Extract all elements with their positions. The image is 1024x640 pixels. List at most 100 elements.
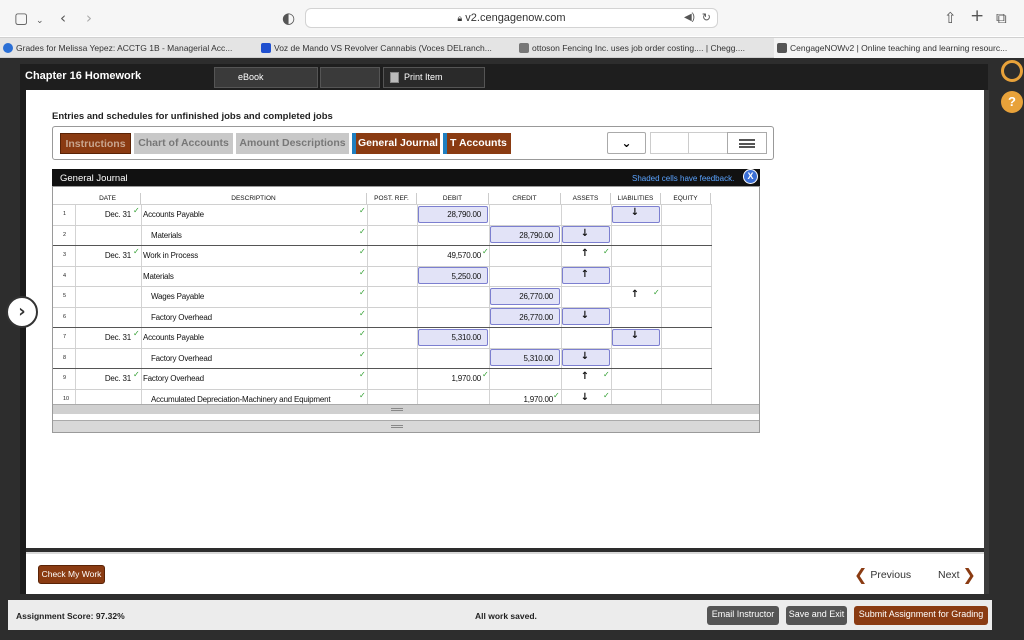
blank-tab[interactable] (320, 67, 380, 88)
instructions-tab[interactable]: Instructions (60, 133, 131, 154)
column-header-description: DESCRIPTION (141, 193, 367, 204)
row-divider (53, 224, 712, 226)
liabilities-arrow-icon[interactable]: ↓ (625, 330, 645, 341)
column-divider (661, 204, 662, 407)
printer-icon (390, 72, 399, 83)
debit-cell[interactable]: 5,250.00 (419, 272, 481, 281)
help-icon[interactable]: ? (1001, 91, 1023, 113)
debit-cell[interactable]: 1,970.00 (419, 374, 481, 383)
date-cell[interactable]: Dec. 31 (77, 374, 131, 383)
reload-icon[interactable]: ↻ (702, 11, 711, 24)
submit-assignment-button[interactable]: Submit Assignment for Grading (854, 606, 988, 625)
date-cell[interactable]: Dec. 31 (77, 210, 131, 219)
close-icon[interactable]: X (743, 169, 758, 184)
assets-arrow-icon[interactable]: ↑ (575, 269, 595, 280)
debit-cell[interactable]: 28,790.00 (419, 210, 481, 219)
address-bar[interactable]: 🔒︎ v2.cengagenow.com ◀) ↻ (305, 8, 718, 28)
assets-arrow-icon[interactable]: ↓ (575, 392, 595, 403)
row-number: 9 (63, 375, 67, 381)
assets-arrow-icon[interactable]: ↓ (575, 351, 595, 362)
right-border (984, 90, 989, 594)
next-button[interactable]: Next ❯ (938, 565, 976, 584)
row-divider (53, 265, 712, 267)
menu-button[interactable] (727, 132, 767, 154)
chevron-down-icon[interactable]: ⌄ (607, 132, 646, 154)
check-icon: ✓ (133, 247, 140, 256)
back-icon[interactable]: ‹ (60, 9, 66, 27)
horizontal-scrollbar[interactable] (53, 404, 759, 414)
column-header-credit: CREDIT (489, 193, 561, 204)
check-icon: ✓ (603, 247, 610, 256)
sidebar-icon[interactable]: ▢ (14, 9, 28, 27)
assignment-score: Assignment Score: 97.32% (16, 611, 125, 621)
resize-handle[interactable] (53, 420, 759, 432)
ebook-tab[interactable]: eBook (214, 67, 318, 88)
credit-cell[interactable]: 26,770.00 (491, 313, 553, 322)
check-icon: ✓ (603, 390, 610, 400)
check-icon: ✓ (482, 370, 489, 379)
browser-tab-video[interactable]: Voz de Mando VS Revolver Cannabis (Voces… (258, 38, 514, 58)
liabilities-arrow-icon[interactable]: ↓ (625, 207, 645, 218)
chart-of-accounts-tab[interactable]: Chart of Accounts (134, 133, 233, 154)
tab-overview-icon[interactable]: ⧉ (996, 9, 1007, 27)
credit-cell[interactable]: 26,770.00 (491, 292, 553, 301)
new-tab-icon[interactable]: + (970, 7, 984, 25)
chapter-title: Chapter 16 Homework (25, 70, 142, 82)
headset-icon[interactable] (1001, 60, 1023, 82)
previous-button[interactable]: ❮ Previous (854, 565, 911, 584)
credit-cell[interactable]: 5,310.00 (491, 354, 553, 363)
share-icon[interactable]: ⇧ (944, 9, 957, 27)
chevron-right-icon: ❯ (962, 565, 976, 584)
row-divider (53, 204, 712, 205)
description-cell[interactable]: Accounts Payable (143, 210, 358, 219)
date-cell[interactable]: Dec. 31 (77, 251, 131, 260)
general-journal-tab[interactable]: General Journal (352, 133, 440, 154)
credit-cell[interactable]: 1,970.00 (491, 395, 553, 404)
row-divider (53, 306, 712, 308)
audio-icon[interactable]: ◀) (684, 12, 695, 23)
row-number: 7 (63, 334, 67, 340)
description-cell[interactable]: Factory Overhead (151, 354, 366, 363)
check-icon: ✓ (603, 370, 610, 379)
date-cell[interactable]: Dec. 31 (77, 333, 131, 342)
chevron-left-icon: ❮ (854, 565, 868, 584)
browser-tab-chegg[interactable]: ottoson Fencing Inc. uses job order cost… (516, 38, 772, 58)
description-cell[interactable]: Wages Payable (151, 292, 366, 301)
description-cell[interactable]: Accumulated Depreciation-Machinery and E… (151, 395, 366, 404)
chevron-down-icon[interactable]: ⌄ (36, 12, 44, 30)
assets-arrow-icon[interactable]: ↓ (575, 228, 595, 239)
description-cell[interactable]: Accounts Payable (143, 333, 358, 342)
email-instructor-button[interactable]: Email Instructor (707, 606, 779, 625)
t-accounts-tab[interactable]: T Accounts (443, 133, 511, 154)
save-and-exit-button[interactable]: Save and Exit (786, 606, 847, 625)
liabilities-arrow-icon[interactable]: ↑ (625, 289, 645, 300)
check-icon: ✓ (359, 349, 366, 359)
description-cell[interactable]: Materials (151, 231, 366, 240)
browser-tab-cengage[interactable]: CengageNOWv2 | Online teaching and learn… (774, 38, 1024, 58)
toolbar-blank-button[interactable] (688, 132, 728, 154)
column-header-liabilities: LIABILITIES (611, 193, 661, 204)
description-cell[interactable]: Work in Process (143, 251, 358, 260)
amount-descriptions-tab[interactable]: Amount Descriptions (236, 133, 349, 154)
shield-icon[interactable]: ◐ (282, 9, 295, 27)
toolbar-blank-button[interactable] (650, 132, 689, 154)
credit-cell[interactable]: 28,790.00 (491, 231, 553, 240)
expand-panel-icon[interactable]: › (6, 296, 38, 328)
description-cell[interactable]: Materials (143, 272, 358, 281)
browser-tab-grades[interactable]: Grades for Melissa Yepez: ACCTG 1B - Man… (0, 38, 256, 58)
url-text: v2.cengagenow.com (465, 12, 566, 24)
lock-icon: 🔒︎ (457, 13, 463, 23)
assets-arrow-icon[interactable]: ↓ (575, 310, 595, 321)
row-number: 10 (63, 395, 70, 402)
browser-toolbar: ▢ ⌄ ‹ › ◐ 🔒︎ v2.cengagenow.com ◀) ↻ ⇧ + … (0, 0, 1024, 36)
description-cell[interactable]: Factory Overhead (143, 374, 358, 383)
debit-cell[interactable]: 5,310.00 (419, 333, 481, 342)
description-cell[interactable]: Factory Overhead (151, 313, 366, 322)
print-item-tab[interactable]: Print Item (383, 67, 485, 88)
debit-cell[interactable]: 49,570.00 (419, 251, 481, 260)
assets-arrow-icon[interactable]: ↑ (575, 248, 595, 259)
assets-arrow-icon[interactable]: ↑ (575, 371, 595, 382)
check-my-work-button[interactable]: Check My Work (38, 565, 105, 584)
grip-icon (391, 425, 403, 428)
forward-icon[interactable]: › (86, 9, 92, 27)
